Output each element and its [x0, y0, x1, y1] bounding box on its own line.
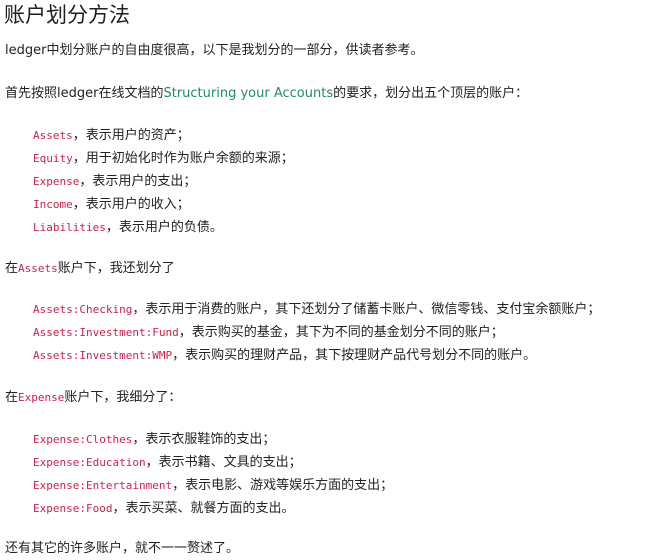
account-description: ，表示衣服鞋饰的支出； — [132, 432, 276, 447]
top-accounts-paragraph: 首先按照ledger在线文档的Structuring your Accounts… — [5, 84, 528, 104]
account-code: Expense:Education — [33, 456, 146, 469]
expense-accounts-list: Expense:Clothes，表示衣服鞋饰的支出； Expense:Educa… — [33, 428, 393, 520]
account-description: ，表示书籍、文具的支出； — [145, 455, 302, 470]
account-code: Expense:Entertainment — [33, 479, 173, 492]
account-code: Income — [33, 198, 73, 211]
list-item: Income，表示用户的收入； — [33, 193, 294, 216]
account-description: ，表示购买的理财产品，其下按理财产品代号划分不同的账户。 — [172, 348, 537, 363]
account-code: Assets:Investment:Fund — [33, 326, 179, 339]
list-item: Expense:Food，表示买菜、就餐方面的支出。 — [33, 497, 393, 520]
account-description: ，表示用于消费的账户，其下还划分了储蓄卡账户、微信零钱、支付宝余额账户； — [132, 302, 601, 317]
account-code: Assets:Investment:WMP — [33, 349, 173, 362]
assets-section-after: 账户下，我还划分了 — [57, 261, 175, 276]
list-item: Expense，表示用户的支出； — [33, 170, 294, 193]
account-code: Assets — [33, 129, 73, 142]
account-description: ，表示用户的负债。 — [105, 220, 223, 235]
assets-inline-code: Assets — [18, 262, 58, 275]
list-item: Assets:Investment:WMP，表示购买的理财产品，其下按理财产品代… — [33, 344, 600, 367]
intro-paragraph: ledger中划分账户的自由度很高，以下是我划分的一部分，供读者参考。 — [5, 43, 424, 58]
top-section-text-before: 首先按照ledger在线文档的 — [5, 86, 164, 101]
page-title: 账户划分方法 — [4, 3, 130, 27]
account-code: Expense:Food — [33, 502, 113, 515]
account-description: ，表示买菜、就餐方面的支出。 — [112, 501, 295, 516]
list-item: Assets:Investment:Fund，表示购买的基金，其下为不同的基金划… — [33, 321, 600, 344]
account-description: ，表示购买的基金，其下为不同的基金划分不同的账户； — [178, 325, 504, 340]
assets-accounts-list: Assets:Checking，表示用于消费的账户，其下还划分了储蓄卡账户、微信… — [33, 298, 600, 367]
assets-section-before: 在 — [5, 261, 19, 276]
expense-inline-code: Expense — [18, 391, 65, 404]
expense-section-before: 在 — [5, 390, 19, 405]
list-item: Expense:Entertainment，表示电影、游戏等娱乐方面的支出； — [33, 474, 393, 497]
assets-paragraph: 在Assets账户下，我还划分了 — [5, 259, 175, 279]
list-item: Liabilities，表示用户的负债。 — [33, 216, 294, 239]
expense-section-after: 账户下，我细分了： — [64, 390, 182, 405]
account-code: Expense:Clothes — [33, 433, 133, 446]
expense-paragraph: 在Expense账户下，我细分了： — [5, 388, 181, 408]
account-description: ，表示电影、游戏等娱乐方面的支出； — [172, 478, 394, 493]
account-code: Equity — [33, 152, 73, 165]
account-description: ，表示用户的资产； — [72, 128, 190, 143]
list-item: Expense:Clothes，表示衣服鞋饰的支出； — [33, 428, 393, 451]
account-description: ，表示用户的收入； — [72, 197, 190, 212]
top-section-text-after: 的要求，划分出五个顶层的账户： — [333, 86, 529, 101]
top-accounts-list: Assets，表示用户的资产； Equity，用于初始化时作为账户余额的来源； … — [33, 124, 294, 239]
account-description: ，表示用户的支出； — [79, 174, 197, 189]
account-code: Liabilities — [33, 221, 106, 234]
account-code: Assets:Checking — [33, 303, 133, 316]
structuring-accounts-link[interactable]: Structuring your Accounts — [163, 86, 333, 101]
outro-paragraph: 还有其它的许多账户，就不一一赘述了。 — [5, 541, 240, 556]
list-item: Expense:Education，表示书籍、文具的支出； — [33, 451, 393, 474]
list-item: Equity，用于初始化时作为账户余额的来源； — [33, 147, 294, 170]
account-code: Expense — [33, 175, 80, 188]
account-description: ，用于初始化时作为账户余额的来源； — [72, 151, 294, 166]
list-item: Assets，表示用户的资产； — [33, 124, 294, 147]
list-item: Assets:Checking，表示用于消费的账户，其下还划分了储蓄卡账户、微信… — [33, 298, 600, 321]
